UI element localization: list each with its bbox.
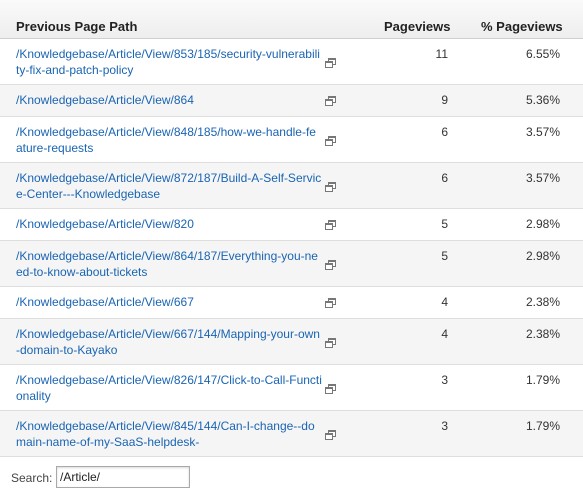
open-in-new-window-icon[interactable] (325, 428, 336, 440)
page-path-link[interactable]: /Knowledgebase/Article/View/853/185/secu… (16, 46, 322, 78)
open-in-new-window-icon[interactable] (325, 296, 336, 308)
percent-pageviews-value: 6.55% (525, 47, 560, 61)
previous-page-path-report: Previous Page Path Pageviews % Pageviews… (0, 0, 583, 457)
pageviews-value: 6 (441, 125, 448, 139)
open-in-new-window-icon[interactable] (325, 94, 336, 106)
table-row: /Knowledgebase/Article/View/864 9 5.36% (0, 85, 583, 117)
table-body: /Knowledgebase/Article/View/853/185/secu… (0, 39, 583, 457)
column-header-pageviews[interactable]: Pageviews (384, 19, 451, 34)
open-in-new-window-icon[interactable] (325, 258, 336, 270)
table-row: /Knowledgebase/Article/View/853/185/secu… (0, 39, 583, 85)
open-in-new-window-icon[interactable] (325, 134, 336, 146)
table-row: /Knowledgebase/Article/View/826/147/Clic… (0, 365, 583, 411)
table-row: /Knowledgebase/Article/View/864/187/Ever… (0, 241, 583, 287)
percent-pageviews-value: 3.57% (525, 125, 560, 139)
page-path-link[interactable]: /Knowledgebase/Article/View/820 (16, 216, 322, 232)
table-row: /Knowledgebase/Article/View/845/144/Can-… (0, 411, 583, 457)
pageviews-value: 4 (441, 327, 448, 341)
percent-pageviews-value: 5.36% (525, 93, 560, 107)
open-in-new-window-icon[interactable] (325, 218, 336, 230)
open-in-new-window-icon[interactable] (325, 382, 336, 394)
pageviews-value: 3 (441, 419, 448, 433)
open-in-new-window-icon[interactable] (325, 56, 336, 68)
pageviews-value: 6 (441, 171, 448, 185)
percent-pageviews-value: 2.98% (525, 217, 560, 231)
pageviews-value: 3 (441, 373, 448, 387)
pageviews-value: 5 (441, 217, 448, 231)
pageviews-value: 5 (441, 249, 448, 263)
pageviews-value: 11 (435, 47, 448, 61)
percent-pageviews-value: 2.98% (525, 249, 560, 263)
page-path-link[interactable]: /Knowledgebase/Article/View/826/147/Clic… (16, 372, 322, 404)
page-path-link[interactable]: /Knowledgebase/Article/View/848/185/how-… (16, 124, 322, 156)
table-row: /Knowledgebase/Article/View/667 4 2.38% (0, 287, 583, 319)
table-row: /Knowledgebase/Article/View/872/187/Buil… (0, 163, 583, 209)
open-in-new-window-icon[interactable] (325, 336, 336, 348)
page-path-link[interactable]: /Knowledgebase/Article/View/667 (16, 294, 322, 310)
pageviews-value: 9 (441, 93, 448, 107)
percent-pageviews-value: 2.38% (525, 327, 560, 341)
table-row: /Knowledgebase/Article/View/667/144/Mapp… (0, 319, 583, 365)
percent-pageviews-value: 1.79% (525, 373, 560, 387)
table-search-bar: Search: (0, 460, 583, 501)
search-label: Search: (11, 471, 53, 485)
page-path-link[interactable]: /Knowledgebase/Article/View/864 (16, 92, 322, 108)
open-in-new-window-icon[interactable] (325, 180, 336, 192)
page-path-link[interactable]: /Knowledgebase/Article/View/864/187/Ever… (16, 248, 322, 280)
search-input[interactable] (56, 466, 190, 488)
table-row: /Knowledgebase/Article/View/820 5 2.98% (0, 209, 583, 241)
percent-pageviews-value: 3.57% (525, 171, 560, 185)
percent-pageviews-value: 2.38% (525, 295, 560, 309)
page-path-link[interactable]: /Knowledgebase/Article/View/872/187/Buil… (16, 170, 322, 202)
percent-pageviews-value: 1.79% (525, 419, 560, 433)
pageviews-value: 4 (441, 295, 448, 309)
column-header-previous-page-path[interactable]: Previous Page Path (16, 19, 137, 34)
table-header: Previous Page Path Pageviews % Pageviews (0, 0, 583, 39)
column-header-percent-pageviews[interactable]: % Pageviews (481, 19, 563, 34)
page-path-link[interactable]: /Knowledgebase/Article/View/845/144/Can-… (16, 418, 322, 450)
table-row: /Knowledgebase/Article/View/848/185/how-… (0, 117, 583, 163)
page-path-link[interactable]: /Knowledgebase/Article/View/667/144/Mapp… (16, 326, 322, 358)
